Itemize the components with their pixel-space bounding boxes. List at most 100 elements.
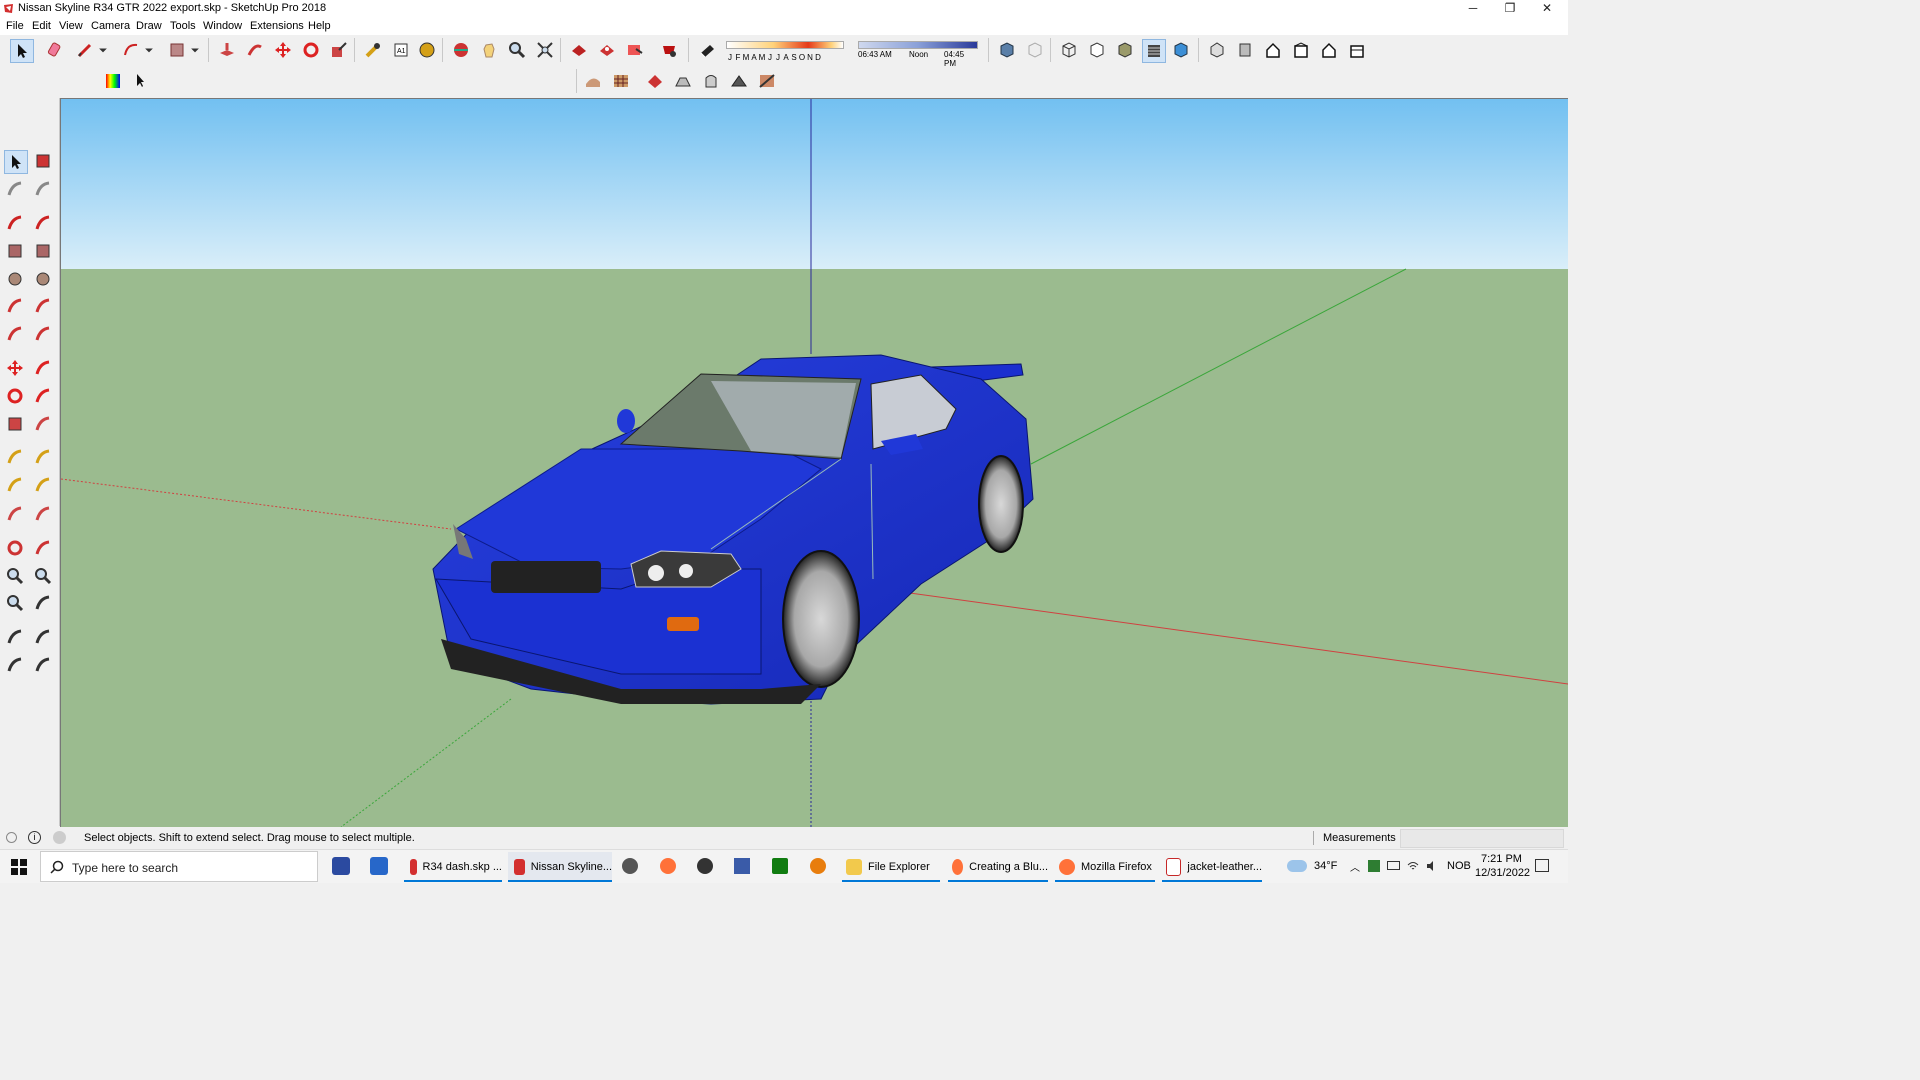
dropdown-arrow-icon[interactable]	[142, 39, 156, 61]
rotated-rectangle-icon[interactable]	[32, 240, 54, 262]
pan-tool-icon[interactable]	[478, 39, 500, 61]
tape-measure-icon[interactable]	[4, 446, 26, 468]
shadow-time-slider[interactable]: 06:43 AM Noon 04:45 PM	[858, 41, 978, 68]
section-plane-icon[interactable]	[32, 654, 54, 676]
select-tool-icon[interactable]	[10, 39, 34, 63]
drape-icon[interactable]	[700, 70, 722, 92]
eraser-tool-icon[interactable]	[44, 39, 66, 61]
sandbox-from-scratch-icon[interactable]	[610, 70, 632, 92]
axes-tool-icon[interactable]	[4, 503, 26, 525]
shadow-toggle-icon[interactable]	[696, 39, 718, 61]
wireframe-style-icon[interactable]	[1058, 39, 1080, 61]
dropdown-arrow-icon[interactable]	[96, 39, 110, 61]
user-icon[interactable]	[53, 831, 66, 844]
taskbar-app-mozilla-firefox[interactable]: Mozilla Firefox	[1055, 852, 1155, 882]
clock-date[interactable]: 12/31/2022	[1475, 867, 1530, 879]
menu-view[interactable]: View	[59, 20, 83, 32]
back-view-icon[interactable]	[1318, 39, 1340, 61]
position-camera-icon[interactable]	[4, 626, 26, 648]
shadow-month-slider[interactable]: JFMAMJJASOND	[726, 41, 844, 63]
menu-extensions[interactable]: Extensions	[250, 20, 304, 32]
freehand-tool-icon[interactable]	[32, 212, 54, 234]
scene-canvas[interactable]	[61, 99, 1568, 827]
close-button[interactable]: ✕	[1529, 0, 1565, 18]
arc-tool-icon[interactable]	[120, 39, 142, 61]
restore-button[interactable]: ❐	[1492, 0, 1528, 18]
scale-tool-icon[interactable]	[4, 413, 26, 435]
two-point-arc-icon[interactable]	[32, 295, 54, 317]
orbit-tool-icon[interactable]	[450, 39, 472, 61]
blender-icon[interactable]	[810, 858, 826, 874]
select-cursor-icon[interactable]	[130, 70, 152, 92]
line-tool-icon[interactable]	[4, 212, 26, 234]
previous-view-icon[interactable]	[32, 592, 54, 614]
taskbar-search[interactable]: Type here to search	[40, 851, 318, 882]
unity-hub-icon[interactable]	[697, 858, 713, 874]
line-tool-icon[interactable]	[74, 39, 96, 61]
3d-text-icon[interactable]	[32, 503, 54, 525]
share-model-icon[interactable]	[596, 39, 618, 61]
rectangle-tool-icon[interactable]	[166, 39, 188, 61]
menu-draw[interactable]: Draw	[136, 20, 162, 32]
orbit-tool-icon[interactable]	[4, 537, 26, 559]
back-edges-style-icon[interactable]	[1024, 39, 1046, 61]
notification-icon[interactable]	[1535, 859, 1549, 872]
menu-edit[interactable]: Edit	[32, 20, 51, 32]
offset-tool-icon[interactable]	[32, 413, 54, 435]
move-tool-icon[interactable]	[4, 357, 26, 379]
volume-icon[interactable]	[1426, 860, 1438, 872]
rectangle-tool-icon[interactable]	[4, 240, 26, 262]
zoom-extents-icon[interactable]	[4, 592, 26, 614]
taskbar-app-jacket-leather[interactable]: jacket-leather...	[1162, 852, 1262, 882]
battery-icon[interactable]	[1387, 861, 1400, 870]
pan-tool-icon[interactable]	[32, 537, 54, 559]
shaded-style-icon[interactable]	[1114, 39, 1136, 61]
menu-window[interactable]: Window	[203, 20, 242, 32]
cloud-weather-icon[interactable]	[1287, 860, 1307, 872]
circle-tool-icon[interactable]	[4, 268, 26, 290]
look-around-icon[interactable]	[32, 626, 54, 648]
polygon-tool-icon[interactable]	[32, 268, 54, 290]
three-point-arc-icon[interactable]	[4, 323, 26, 345]
arc-tool-icon[interactable]	[4, 295, 26, 317]
tray-overflow-icon[interactable]: ︿	[1350, 859, 1360, 874]
menu-camera[interactable]: Camera	[91, 20, 130, 32]
iso-view-icon[interactable]	[1206, 39, 1228, 61]
smoove-icon[interactable]	[644, 70, 666, 92]
pie-tool-icon[interactable]	[32, 323, 54, 345]
zoom-tool-icon[interactable]	[506, 39, 528, 61]
menu-file[interactable]: File	[6, 20, 24, 32]
follow-me-tool-icon[interactable]	[244, 39, 266, 61]
paint-bucket-tool-icon[interactable]	[416, 39, 438, 61]
zoom-extents-tool-icon[interactable]	[534, 39, 556, 61]
right-view-icon[interactable]	[1290, 39, 1312, 61]
paint-bucket-icon[interactable]	[4, 178, 26, 200]
extension-warehouse-icon[interactable]	[658, 39, 680, 61]
model-viewport[interactable]	[60, 98, 1568, 827]
text-tool-icon[interactable]: A1	[390, 39, 412, 61]
xray-style-icon[interactable]	[996, 39, 1018, 61]
xbox-icon[interactable]	[772, 858, 788, 874]
left-view-icon[interactable]	[1346, 39, 1368, 61]
walk-tool-icon[interactable]	[4, 654, 26, 676]
top-view-icon[interactable]	[1234, 39, 1256, 61]
monochrome-style-icon[interactable]	[1170, 39, 1192, 61]
pinned-app-icon[interactable]	[332, 857, 350, 875]
unity-icon[interactable]	[622, 858, 638, 874]
taskbar-app-r34-dash[interactable]: R34 dash.skp ...	[404, 852, 502, 882]
tray-app-icon[interactable]	[1368, 860, 1380, 872]
dropdown-arrow-icon[interactable]	[188, 39, 202, 61]
wifi-icon[interactable]	[1407, 860, 1419, 872]
measurements-input[interactable]	[1400, 829, 1564, 848]
follow-me-icon[interactable]	[32, 385, 54, 407]
clock-time[interactable]: 7:21 PM	[1481, 853, 1522, 865]
add-detail-icon[interactable]	[728, 70, 750, 92]
rotate-tool-icon[interactable]	[300, 39, 322, 61]
move-tool-icon[interactable]	[272, 39, 294, 61]
front-view-icon[interactable]	[1262, 39, 1284, 61]
minimize-button[interactable]: ─	[1455, 0, 1491, 18]
make-component-icon[interactable]	[32, 150, 54, 172]
zoom-window-icon[interactable]	[32, 565, 54, 587]
menu-tools[interactable]: Tools	[170, 20, 196, 32]
scale-tool-icon[interactable]	[328, 39, 350, 61]
